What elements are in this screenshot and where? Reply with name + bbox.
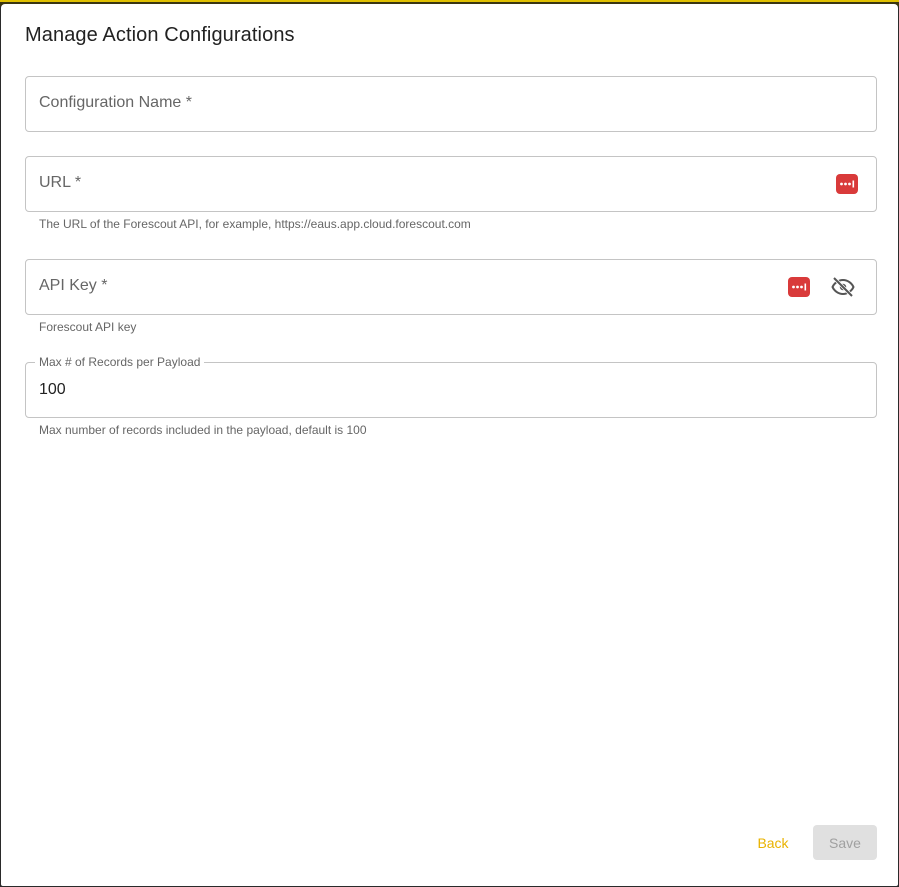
- back-button[interactable]: Back: [745, 826, 801, 860]
- api-key-label: API Key *: [39, 277, 108, 294]
- api-key-field[interactable]: API Key *: [25, 259, 877, 315]
- url-label: URL *: [39, 174, 82, 191]
- configuration-name-field[interactable]: Configuration Name *: [25, 76, 877, 132]
- max-records-value: 100: [39, 381, 66, 398]
- max-records-field[interactable]: Max # of Records per Payload 100: [25, 355, 877, 418]
- save-button[interactable]: Save: [813, 825, 877, 860]
- eye-off-icon[interactable]: [831, 275, 855, 299]
- dialog-title: Manage Action Configurations: [25, 24, 295, 46]
- manage-action-configurations-dialog: Manage Action Configurations Configurati…: [1, 4, 898, 886]
- max-records-label: Max # of Records per Payload: [35, 355, 205, 369]
- url-field[interactable]: URL *: [25, 156, 877, 212]
- password-manager-icon[interactable]: [788, 277, 810, 297]
- url-helper-text: The URL of the Forescout API, for exampl…: [39, 217, 471, 231]
- password-manager-icon[interactable]: [836, 174, 858, 194]
- api-key-helper-text: Forescout API key: [39, 320, 137, 334]
- max-records-helper-text: Max number of records included in the pa…: [39, 423, 367, 437]
- configuration-name-label: Configuration Name *: [39, 94, 192, 111]
